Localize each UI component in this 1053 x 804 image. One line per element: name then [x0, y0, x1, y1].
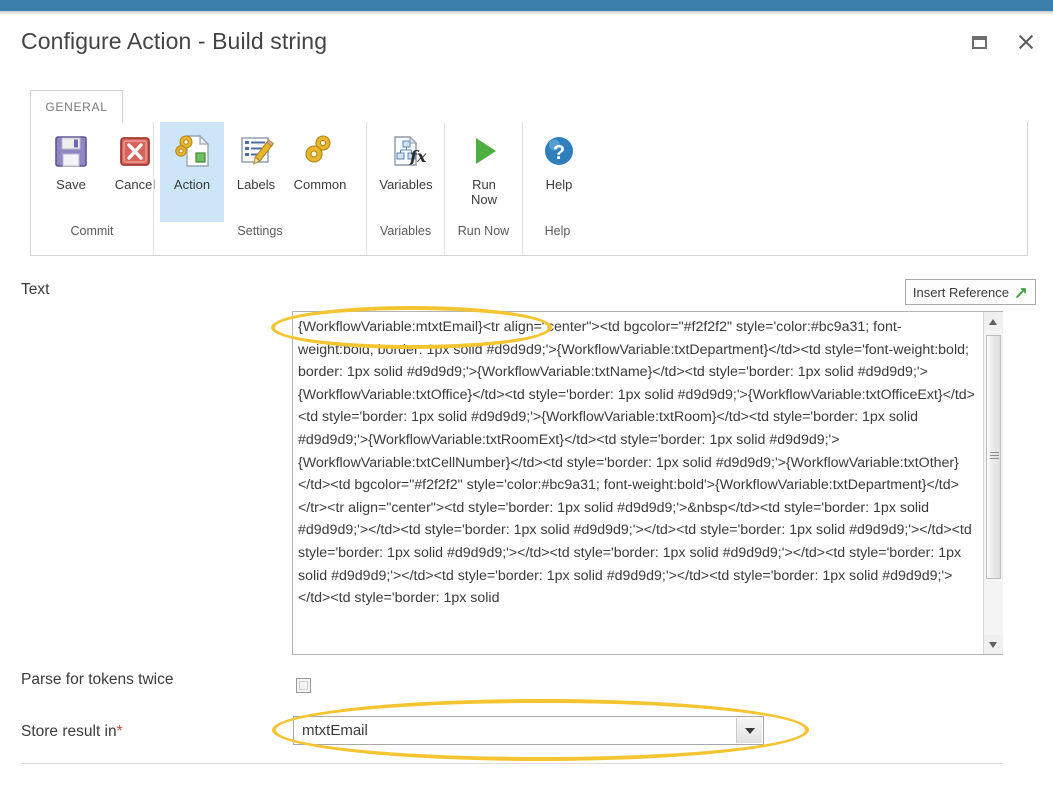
help-question-circle-icon: ?: [537, 129, 581, 173]
ribbon-group-settings: Action Labels Common Settings: [153, 122, 366, 255]
insert-reference-arrow-icon: [1016, 287, 1026, 298]
common-button-label: Common: [293, 177, 347, 192]
variables-button-label: Variables: [379, 177, 433, 192]
ribbon-group-commit-label: Commit: [70, 224, 114, 238]
save-floppy-disk-icon: [49, 129, 93, 173]
ribbon-group-variables-label: Variables: [379, 224, 432, 238]
close-icon: [1017, 34, 1033, 50]
ribbon-groups: Save Cancel Commit Action Labels Common …: [31, 122, 592, 255]
required-marker: *: [116, 723, 123, 740]
save-button[interactable]: Save: [39, 122, 103, 222]
svg-text:fx: fx: [409, 147, 427, 166]
action-button-label: Action: [173, 177, 211, 192]
scroll-up-button[interactable]: [984, 312, 1003, 331]
ribbon-group-variables-items: fx Variables: [367, 122, 444, 222]
variables-button[interactable]: fx Variables: [374, 122, 438, 222]
scroll-down-button[interactable]: [984, 635, 1003, 654]
run-now-button-label: Run Now: [470, 177, 497, 207]
window-controls: [968, 31, 1036, 53]
window-accent-bar: [0, 0, 1053, 11]
tab-general[interactable]: GENERAL: [30, 90, 123, 123]
action-gears-document-icon: [170, 129, 214, 173]
ribbon-group-commit-items: Save Cancel: [31, 122, 155, 222]
help-button-label: Help: [545, 177, 573, 192]
text-input[interactable]: {WorkflowVariable:mtxtEmail}<tr align="c…: [293, 312, 983, 654]
insert-reference-button-label: Insert Reference: [912, 284, 1009, 300]
window-accent-shadow: [0, 11, 1053, 15]
scrollbar-thumb[interactable]: [986, 335, 1001, 579]
ribbon-tabstrip: GENERAL: [30, 90, 1028, 123]
chevron-down-icon: [989, 642, 997, 648]
scrollbar-grip-icon: [990, 452, 999, 459]
ribbon-group-run-now-items: Run Now: [445, 122, 522, 222]
save-button-label: Save: [56, 177, 86, 192]
text-field-label: Text: [21, 281, 50, 298]
labels-list-pencil-icon: [234, 129, 278, 173]
help-button[interactable]: ? Help: [527, 122, 591, 222]
run-now-green-play-icon: [462, 129, 506, 173]
labels-button-label: Labels: [236, 177, 276, 192]
action-button[interactable]: Action: [160, 122, 224, 222]
chevron-up-icon: [989, 319, 997, 325]
ribbon-panel: Save Cancel Commit Action Labels Common …: [30, 122, 1028, 256]
insert-reference-button[interactable]: Insert Reference: [904, 279, 1036, 305]
store-result-selected-value: mtxtEmail: [302, 722, 368, 739]
text-input-container[interactable]: {WorkflowVariable:mtxtEmail}<tr align="c…: [292, 311, 1003, 655]
ribbon-group-help: ? Help Help: [522, 122, 592, 255]
text-input-scrollbar[interactable]: [983, 312, 1003, 654]
svg-text:?: ?: [553, 142, 565, 164]
parse-twice-checkbox[interactable]: [296, 678, 311, 693]
common-button[interactable]: Common: [288, 122, 352, 222]
ribbon-group-help-label: Help: [544, 224, 571, 238]
store-result-label: Store result in*: [21, 723, 123, 741]
common-gears-icon: [298, 129, 342, 173]
page-title: Configure Action - Build string: [21, 28, 328, 54]
chevron-down-icon: [744, 727, 755, 734]
cancel-red-x-icon: [113, 129, 157, 173]
ribbon-group-settings-items: Action Labels Common: [154, 122, 366, 222]
select-dropdown-button[interactable]: [736, 718, 762, 743]
run-now-button[interactable]: Run Now: [452, 122, 516, 222]
store-result-select[interactable]: mtxtEmail: [293, 716, 764, 745]
ribbon-group-run-now: Run Now Run Now: [444, 122, 522, 255]
restore-window-icon: [971, 35, 987, 49]
ribbon-group-help-items: ? Help: [523, 122, 592, 222]
close-window-button[interactable]: [1014, 31, 1036, 53]
ribbon-group-settings-label: Settings: [237, 224, 283, 238]
section-divider: [21, 763, 1003, 764]
labels-button[interactable]: Labels: [224, 122, 288, 222]
store-result-label-text: Store result in: [21, 723, 117, 740]
ribbon-group-variables: fx Variables Variables: [366, 122, 444, 255]
parse-twice-label: Parse for tokens twice: [21, 671, 174, 688]
restore-window-button[interactable]: [968, 31, 990, 53]
variables-fx-document-icon: fx: [384, 129, 428, 173]
ribbon-group-run-now-label: Run Now: [457, 224, 510, 238]
ribbon-group-commit: Save Cancel Commit: [31, 122, 155, 255]
